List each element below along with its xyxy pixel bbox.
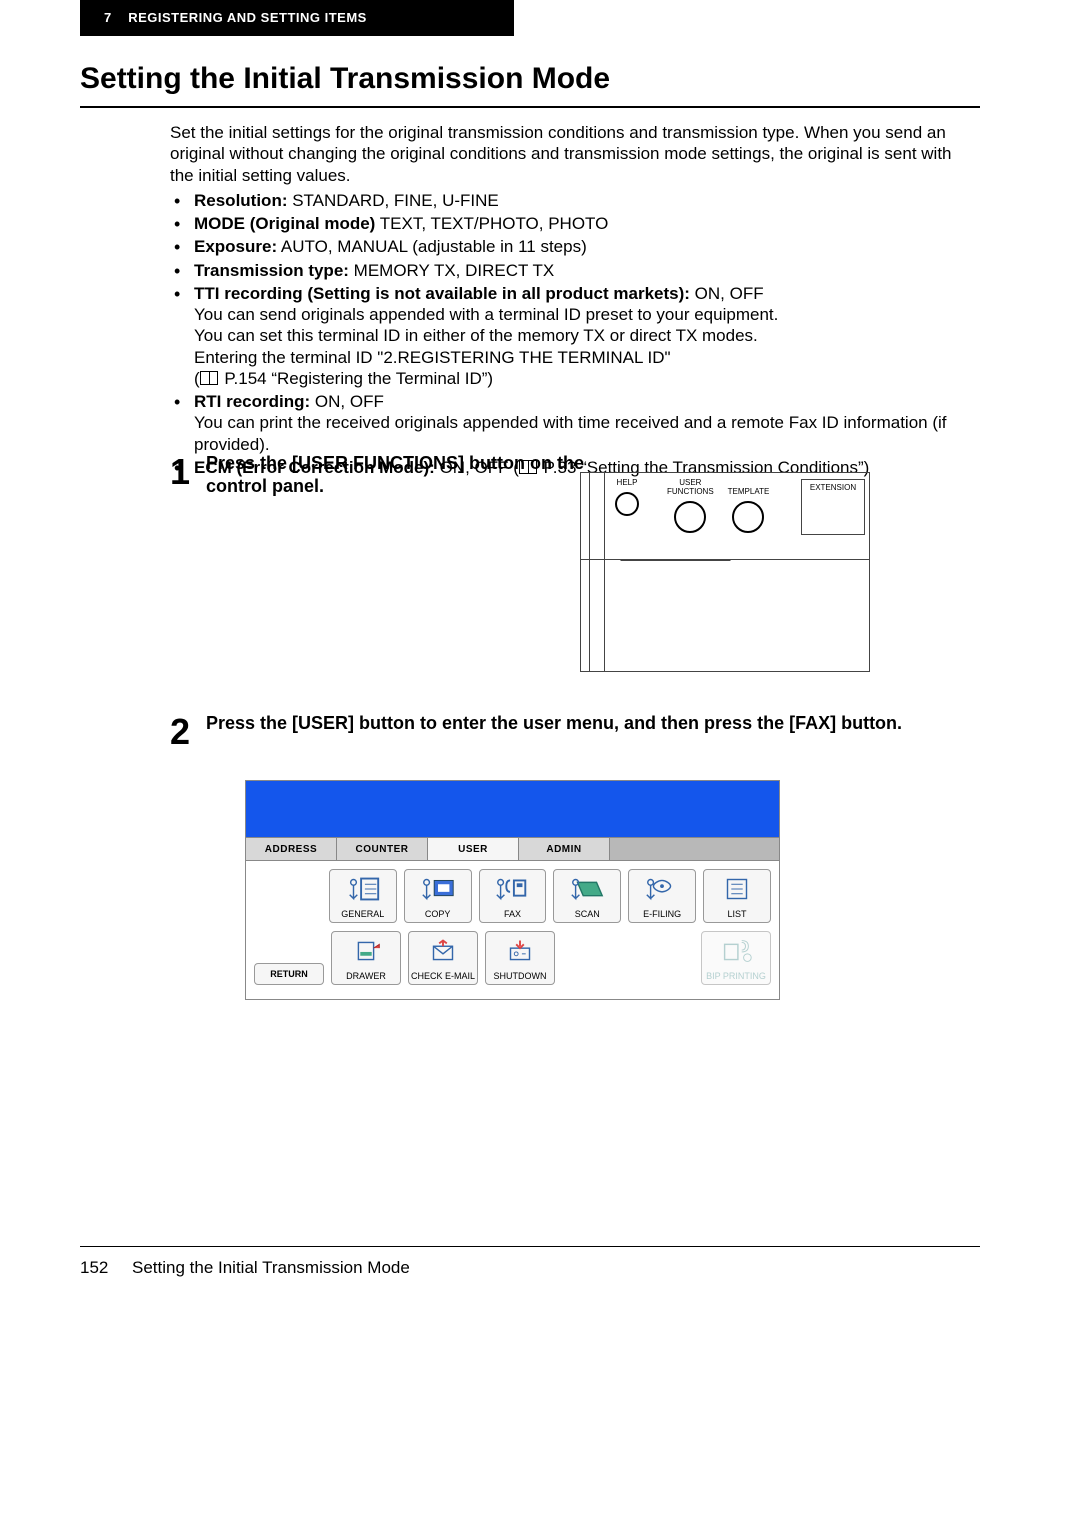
return-label: RETURN	[270, 969, 308, 979]
extension-label: EXTENSION	[810, 483, 856, 492]
help-button[interactable]: HELP	[615, 479, 639, 516]
tti-line2: You can set this terminal ID in either o…	[194, 325, 960, 346]
user-functions-button[interactable]: USER FUNCTIONS	[667, 479, 714, 533]
bullet-tti: TTI recording (Setting is not available …	[170, 283, 960, 389]
fax-button[interactable]: FAX	[479, 869, 547, 923]
step-number: 1	[170, 454, 206, 490]
fax-icon	[493, 876, 531, 902]
footer-rule	[80, 1246, 980, 1247]
shutdown-label: SHUTDOWN	[494, 971, 547, 981]
control-panel-figure: HELP USER FUNCTIONS TEMPLATE EXTENSION	[580, 472, 870, 672]
touchscreen-figure: ADDRESS COUNTER USER ADMIN GENERAL	[245, 780, 780, 1000]
scan-button[interactable]: SCAN	[553, 869, 621, 923]
chapter-tab: 7 REGISTERING AND SETTING ITEMS	[80, 0, 514, 36]
drawer-button[interactable]: DRAWER	[331, 931, 401, 985]
bip-label: BIP PRINTING	[706, 971, 766, 981]
bullet-label: RTI recording:	[194, 392, 310, 411]
page-footer: 152 Setting the Initial Transmission Mod…	[80, 1258, 410, 1278]
efiling-button[interactable]: E-FILING	[628, 869, 696, 923]
bullet-label: Resolution:	[194, 191, 288, 210]
general-button[interactable]: GENERAL	[329, 869, 397, 923]
template-button[interactable]: TEMPLATE	[728, 479, 770, 533]
list-label: LIST	[728, 909, 747, 919]
tti-line3: Entering the terminal ID "2.REGISTERING …	[194, 347, 960, 368]
check-email-button[interactable]: CHECK E-MAIL	[408, 931, 478, 985]
drawer-icon	[347, 938, 385, 964]
step-number: 2	[170, 714, 206, 750]
bullet-mode: MODE (Original mode) TEXT, TEXT/PHOTO, P…	[170, 213, 960, 234]
scan-label: SCAN	[575, 909, 600, 919]
chapter-number: 7	[104, 10, 112, 25]
rti-desc: You can print the received originals app…	[194, 412, 960, 455]
tab-admin[interactable]: ADMIN	[519, 838, 610, 860]
footer-title: Setting the Initial Transmission Mode	[132, 1258, 410, 1277]
bullet-value: MEMORY TX, DIRECT TX	[349, 261, 554, 280]
tabs-row: ADDRESS COUNTER USER ADMIN	[245, 837, 780, 860]
bullet-value: TEXT, TEXT/PHOTO, PHOTO	[375, 214, 608, 233]
body-text: Set the initial settings for the origina…	[170, 122, 960, 480]
tti-ref: ( P.154 “Registering the Terminal ID”)	[194, 368, 960, 389]
check-email-icon	[424, 938, 462, 964]
step-2: 2 Press the [USER] button to enter the u…	[170, 712, 960, 750]
tti-line1: You can send originals appended with a t…	[194, 304, 960, 325]
fax-label: FAX	[504, 909, 521, 919]
shutdown-button[interactable]: SHUTDOWN	[485, 931, 555, 985]
tab-user[interactable]: USER	[428, 838, 519, 860]
extension-slot: EXTENSION	[801, 479, 865, 535]
section-title: Setting the Initial Transmission Mode	[80, 62, 980, 108]
bullet-value: STANDARD, FINE, U-FINE	[288, 191, 499, 210]
step-text: Press the [USER FUNCTIONS] button on the…	[206, 452, 586, 499]
tab-address[interactable]: ADDRESS	[246, 838, 337, 860]
copy-icon	[419, 876, 457, 902]
general-label: GENERAL	[341, 909, 384, 919]
screen-header-bar	[245, 780, 780, 837]
page-number: 152	[80, 1258, 108, 1277]
return-button[interactable]: RETURN	[254, 963, 324, 985]
bullet-label: TTI recording (Setting is not available …	[194, 284, 690, 303]
screen-body: GENERAL COPY FAX	[245, 860, 780, 1000]
bullet-resolution: Resolution: STANDARD, FINE, U-FINE	[170, 190, 960, 211]
help-label: HELP	[617, 479, 638, 488]
bullet-exposure: Exposure: AUTO, MANUAL (adjustable in 11…	[170, 236, 960, 257]
shutdown-icon	[501, 938, 539, 964]
tab-filler	[610, 838, 779, 860]
intro-paragraph: Set the initial settings for the origina…	[170, 122, 960, 186]
chapter-title: REGISTERING AND SETTING ITEMS	[128, 10, 367, 25]
template-label: TEMPLATE	[728, 488, 770, 497]
step-text: Press the [USER] button to enter the use…	[206, 712, 960, 735]
bip-printing-button[interactable]: BIP PRINTING	[701, 931, 771, 985]
check-email-label: CHECK E-MAIL	[411, 971, 475, 981]
bullet-rti: RTI recording: ON, OFF You can print the…	[170, 391, 960, 455]
bullet-txtype: Transmission type: MEMORY TX, DIRECT TX	[170, 260, 960, 281]
bip-printing-icon	[717, 938, 755, 964]
user-functions-label-2: FUNCTIONS	[667, 488, 714, 497]
bullet-value: ON, OFF	[310, 392, 384, 411]
book-icon	[200, 371, 218, 385]
list-icon	[718, 876, 756, 902]
bullet-value: AUTO, MANUAL (adjustable in 11 steps)	[277, 237, 587, 256]
bullet-label: Transmission type:	[194, 261, 349, 280]
drawer-label: DRAWER	[346, 971, 386, 981]
bullet-label: MODE (Original mode)	[194, 214, 375, 233]
copy-label: COPY	[425, 909, 451, 919]
efiling-label: E-FILING	[643, 909, 681, 919]
efiling-icon	[643, 876, 681, 902]
bullet-label: Exposure:	[194, 237, 277, 256]
tab-counter[interactable]: COUNTER	[337, 838, 428, 860]
copy-button[interactable]: COPY	[404, 869, 472, 923]
list-button[interactable]: LIST	[703, 869, 771, 923]
bullet-value: ON, OFF	[690, 284, 764, 303]
scan-icon	[568, 876, 606, 902]
general-icon	[344, 876, 382, 902]
